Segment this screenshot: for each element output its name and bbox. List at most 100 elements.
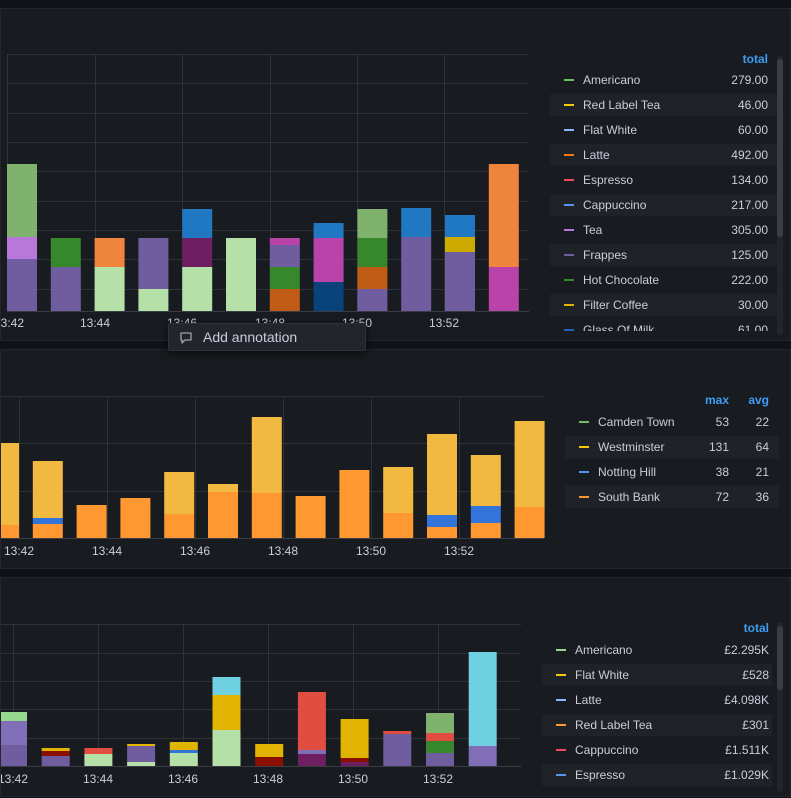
bar-segment[interactable] <box>488 164 519 267</box>
legend-item[interactable]: Espresso 134.00 <box>550 169 778 191</box>
bar-segment[interactable] <box>182 238 213 267</box>
legend-item[interactable]: Cappuccino £1.511K <box>542 739 772 761</box>
bar-segment[interactable] <box>120 498 151 538</box>
bar-segment[interactable] <box>164 472 195 514</box>
legend-item[interactable]: South Bank 72 36 <box>565 486 779 508</box>
bar-segment[interactable] <box>383 467 414 513</box>
legend-item[interactable]: Westminster 131 64 <box>565 436 779 458</box>
bar-segment[interactable] <box>251 417 282 493</box>
bar-segment[interactable] <box>340 762 369 766</box>
bar-segment[interactable] <box>427 434 457 515</box>
bar-segment[interactable] <box>401 237 432 311</box>
bar-segment[interactable] <box>84 748 113 754</box>
legend-item[interactable]: Frappes 125.00 <box>550 244 778 266</box>
bar-segment[interactable] <box>383 731 412 734</box>
bar-segment[interactable] <box>1 712 27 721</box>
bar-segment[interactable] <box>445 252 475 311</box>
bar-segment[interactable] <box>251 493 282 538</box>
bar-segment[interactable] <box>7 237 37 259</box>
bar-segment[interactable] <box>313 282 344 311</box>
bar-segment[interactable] <box>340 758 369 762</box>
bar-segment[interactable] <box>297 750 326 754</box>
legend-item[interactable]: Espresso £1.029K <box>542 764 772 786</box>
bar-segment[interactable] <box>226 238 256 311</box>
bar-segment[interactable] <box>297 692 326 750</box>
bar-segment[interactable] <box>383 734 412 766</box>
bar-chart-locations[interactable]: 13:42 13:44 13:46 13:48 13:50 13:52 <box>1 350 791 570</box>
bar-segment[interactable] <box>1 443 19 525</box>
legend-item[interactable]: Red Label Tea 46.00 <box>550 94 778 116</box>
bar-segment[interactable] <box>76 505 107 538</box>
bar-segment[interactable] <box>212 677 241 695</box>
bar-segment[interactable] <box>426 741 454 753</box>
legend-item[interactable]: Cappuccino 217.00 <box>550 194 778 216</box>
bar-segment[interactable] <box>169 753 198 766</box>
bar-segment[interactable] <box>269 238 300 245</box>
bar-segment[interactable] <box>297 754 326 766</box>
bar-segment[interactable] <box>208 484 238 492</box>
legend-item[interactable]: Red Label Tea £301 <box>542 714 772 736</box>
bar-segment[interactable] <box>32 524 63 538</box>
legend-header-total[interactable]: total <box>729 621 769 635</box>
bar-segment[interactable] <box>127 746 156 762</box>
bar-segment[interactable] <box>127 762 156 766</box>
legend-item[interactable]: Americano £2.295K <box>542 639 772 661</box>
bar-segment[interactable] <box>295 496 326 538</box>
bar-segment[interactable] <box>357 267 388 289</box>
legend-item[interactable]: Latte £4.098K <box>542 689 772 711</box>
bar-segment[interactable] <box>1 525 19 538</box>
legend-scrollbar-thumb[interactable] <box>777 626 783 690</box>
legend-scrollbar-thumb[interactable] <box>777 59 783 237</box>
bar-segment[interactable] <box>468 746 497 766</box>
bar-segment[interactable] <box>427 527 457 538</box>
bar-segment[interactable] <box>488 267 519 311</box>
bar-segment[interactable] <box>41 748 70 751</box>
bar-segment[interactable] <box>514 421 545 507</box>
bar-segment[interactable] <box>357 238 388 267</box>
bar-segment[interactable] <box>313 238 344 282</box>
legend-item[interactable]: Flat White £528 <box>542 664 772 686</box>
bar-segment[interactable] <box>182 267 213 311</box>
bar-segment[interactable] <box>357 289 388 311</box>
bar-segment[interactable] <box>426 753 454 766</box>
bar-segment[interactable] <box>1 745 27 766</box>
bar-segment[interactable] <box>208 492 238 538</box>
legend-item[interactable]: Camden Town 53 22 <box>565 411 779 433</box>
bar-segment[interactable] <box>169 742 198 750</box>
bar-segment[interactable] <box>7 259 37 311</box>
bar-segment[interactable] <box>427 515 457 527</box>
bar-segment[interactable] <box>445 237 475 252</box>
bar-segment[interactable] <box>269 267 300 289</box>
bar-segment[interactable] <box>340 719 369 758</box>
bar-segment[interactable] <box>164 514 195 538</box>
legend-item[interactable]: Flat White 60.00 <box>550 119 778 141</box>
bar-segment[interactable] <box>445 215 475 237</box>
bar-segment[interactable] <box>182 209 213 238</box>
bar-segment[interactable] <box>470 523 501 538</box>
legend-item[interactable]: Latte 492.00 <box>550 144 778 166</box>
bar-segment[interactable] <box>138 238 169 289</box>
legend-item[interactable]: Hot Chocolate 222.00 <box>550 269 778 291</box>
bar-segment[interactable] <box>94 238 125 267</box>
bar-segment[interactable] <box>212 730 241 766</box>
bar-segment[interactable] <box>32 461 63 518</box>
bar-segment[interactable] <box>255 744 284 757</box>
bar-segment[interactable] <box>426 713 454 733</box>
legend-item[interactable]: Notting Hill 38 21 <box>565 461 779 483</box>
bar-segment[interactable] <box>313 223 344 238</box>
bar-segment[interactable] <box>50 238 81 267</box>
bar-segment[interactable] <box>470 506 501 523</box>
legend-item[interactable]: Glass Of Milk 61.00 <box>550 319 778 331</box>
legend-item[interactable]: Filter Coffee 30.00 <box>550 294 778 316</box>
bar-segment[interactable] <box>41 756 70 766</box>
bar-segment[interactable] <box>269 245 300 267</box>
bar-segment[interactable] <box>212 695 241 730</box>
bar-segment[interactable] <box>32 518 63 524</box>
bar-segment[interactable] <box>470 455 501 506</box>
bar-segment[interactable] <box>1 721 27 745</box>
legend-header-avg[interactable]: avg <box>729 393 769 407</box>
bar-segment[interactable] <box>339 470 370 538</box>
bar-segment[interactable] <box>50 267 81 311</box>
bar-segment[interactable] <box>514 507 545 538</box>
legend-header-max[interactable]: max <box>689 393 729 407</box>
